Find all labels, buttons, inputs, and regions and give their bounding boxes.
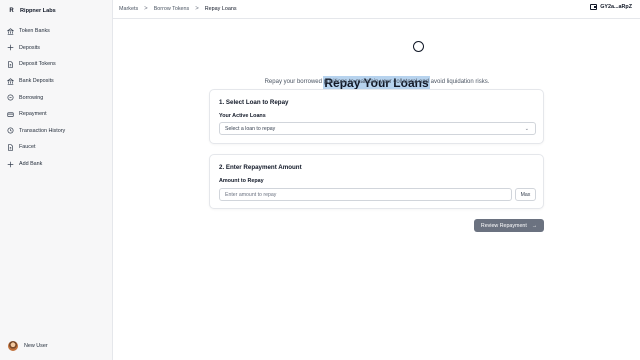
arrow-right-icon: → — [531, 222, 538, 229]
sidebar-item-label: Repayment — [19, 111, 47, 118]
amount-input[interactable] — [219, 188, 512, 201]
wallet-address: GY2a...aRpZ — [600, 4, 632, 10]
bank-icon — [7, 28, 14, 35]
sidebar-item-label: Deposit Tokens — [19, 61, 56, 68]
file-icon — [7, 144, 14, 151]
user-profile[interactable]: New User — [8, 341, 48, 351]
main-content: Repay Your Loans Repay your borrowed pos… — [113, 20, 640, 360]
file-icon — [7, 61, 14, 68]
amount-label: Amount to Repay — [219, 178, 264, 184]
sidebar-item-label: Add Bank — [19, 161, 43, 168]
repayment-amount-card: 2. Enter Repayment Amount Amount to Repa… — [209, 154, 544, 209]
step2-title: 2. Enter Repayment Amount — [219, 164, 302, 171]
cursor-icon — [413, 41, 424, 52]
sidebar-item-label: Bank Deposits — [19, 78, 54, 85]
sidebar-nav: Token Banks Deposits Deposit Tokens Bank… — [0, 23, 113, 172]
brand-logo-icon: R — [9, 8, 14, 14]
review-repayment-button[interactable]: Review Repayment → — [474, 219, 544, 232]
sidebar-item-deposit-tokens[interactable]: Deposit Tokens — [0, 56, 113, 73]
plus-icon — [7, 44, 14, 51]
brand-name: Rippner Labs — [20, 8, 56, 14]
wallet-button[interactable]: GY2a...aRpZ — [590, 4, 632, 10]
sidebar-item-borrowing[interactable]: Borrowing — [0, 89, 113, 106]
sidebar-item-deposits[interactable]: Deposits — [0, 40, 113, 57]
wallet-icon — [590, 4, 598, 10]
breadcrumb-repay-loans: Repay Loans — [204, 6, 237, 12]
sidebar-item-label: Deposits — [19, 44, 40, 51]
chevron-right-icon: > — [144, 6, 148, 12]
breadcrumb-markets[interactable]: Markets — [119, 6, 138, 12]
sidebar: R Rippner Labs Token Banks Deposits Depo… — [0, 0, 113, 360]
review-repayment-label: Review Repayment — [480, 222, 527, 229]
active-loans-label: Your Active Loans — [219, 113, 266, 119]
brand[interactable]: R Rippner Labs — [8, 4, 56, 18]
step1-title: 1. Select Loan to Repay — [219, 99, 289, 106]
max-button[interactable]: Max — [515, 188, 536, 201]
sidebar-item-label: Borrowing — [19, 94, 44, 101]
sidebar-item-label: Token Banks — [19, 28, 50, 35]
sidebar-item-repayment[interactable]: Repayment — [0, 106, 113, 123]
topbar: Markets > Borrow Tokens > Repay Loans GY… — [113, 0, 640, 19]
chevron-right-icon: > — [195, 6, 199, 12]
card-icon — [7, 111, 14, 118]
bank-icon — [7, 77, 14, 85]
sidebar-item-token-banks[interactable]: Token Banks — [0, 23, 113, 40]
page-subtitle: Repay your borrowed positions to maintai… — [264, 79, 490, 85]
history-icon — [7, 127, 14, 134]
plus-icon — [7, 161, 14, 168]
circle-icon — [7, 94, 14, 101]
sidebar-item-transaction-history[interactable]: Transaction History — [0, 123, 113, 140]
avatar — [8, 341, 18, 351]
sidebar-item-bank-deposits[interactable]: Bank Deposits — [0, 73, 113, 90]
breadcrumb: Markets > Borrow Tokens > Repay Loans — [119, 6, 237, 12]
loan-select-value: Select a loan to repay — [225, 125, 276, 132]
sidebar-item-faucet[interactable]: Faucet — [0, 139, 113, 156]
user-name: New User — [24, 343, 48, 349]
loan-select[interactable]: Select a loan to repay ⌄ — [219, 122, 536, 135]
select-loan-card: 1. Select Loan to Repay Your Active Loan… — [209, 89, 544, 144]
chevron-down-icon: ⌄ — [524, 126, 529, 132]
sidebar-item-label: Transaction History — [19, 127, 66, 134]
sidebar-item-add-bank[interactable]: Add Bank — [0, 156, 113, 173]
sidebar-item-label: Faucet — [19, 144, 36, 151]
breadcrumb-borrow-tokens[interactable]: Borrow Tokens — [154, 6, 190, 12]
